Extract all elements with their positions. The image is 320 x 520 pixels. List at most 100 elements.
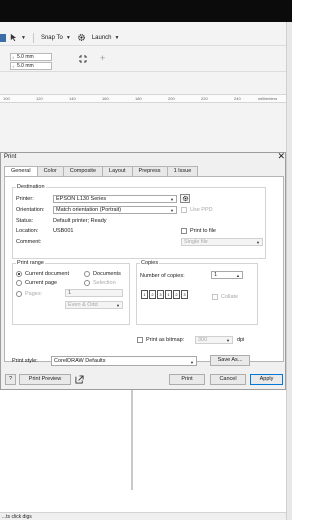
gear-icon	[182, 195, 189, 202]
page-icon: 2	[149, 290, 156, 299]
orientation-label: Orientation:	[16, 207, 45, 213]
nudge-width-field[interactable]: ↕ 5.0 mm	[10, 53, 52, 61]
snap-to-button[interactable]: Snap To ▼	[38, 32, 74, 44]
docker-edge	[286, 22, 292, 520]
expand-preview-icon[interactable]	[75, 375, 84, 384]
page-icon: 1	[141, 290, 148, 299]
dpi-label: dpi	[237, 337, 245, 343]
current-document-radio[interactable]	[16, 271, 22, 277]
gear-icon	[77, 34, 85, 41]
chevron-down-icon: ▼	[170, 197, 174, 202]
pointer-icon	[10, 33, 17, 42]
destination-group-title: Destination	[16, 184, 46, 190]
use-ppd-checkbox[interactable]	[181, 207, 187, 213]
print-to-file-label: Print to file	[190, 228, 216, 234]
printer-value: EPSON L130 Series	[56, 196, 107, 202]
close-icon[interactable]: ✕	[277, 152, 285, 161]
file-mode-value: Single file	[184, 239, 208, 245]
collate-checkbox[interactable]	[212, 294, 218, 300]
tab-issues[interactable]: 1 Issue	[166, 166, 199, 176]
tab-prepress[interactable]: Prepress	[131, 166, 168, 176]
apply-button[interactable]: Apply	[250, 374, 283, 385]
pages-value: 1	[68, 290, 72, 296]
collate-preview: 1 2 3 1 2 3	[141, 290, 189, 299]
spin-arrows-icon: ↕	[12, 55, 14, 60]
ruler-units-label: millimeters	[258, 96, 278, 101]
location-label: Location:	[16, 228, 39, 234]
selection-radio[interactable]	[84, 280, 90, 286]
page-icon: 2	[173, 290, 180, 299]
orientation-value: Match orientation (Portrait)	[56, 207, 122, 213]
copies-group: Copies Number of copies: 1 ▲ 1 2 3 1 2 3…	[136, 260, 258, 325]
crop-marks-icon[interactable]	[78, 54, 88, 64]
print-to-file-checkbox[interactable]	[181, 228, 187, 234]
selection-label: Selection	[93, 280, 116, 286]
spin-arrows-icon: ▲	[236, 273, 240, 278]
nudge-height-field[interactable]: ↕ 5.0 mm	[10, 62, 52, 70]
page-icon: 1	[165, 290, 172, 299]
file-mode-select[interactable]: Single file ▼	[181, 238, 263, 246]
dialog-title: Print	[4, 154, 17, 160]
horizontal-ruler: 100 120 140 160 180 200 220 240 millimet…	[0, 94, 286, 103]
launch-button[interactable]: Launch ▼	[89, 32, 123, 44]
help-button[interactable]: ?	[5, 374, 16, 385]
general-tab-panel: Destination Printer: EPSON L130 Series ▼…	[4, 176, 284, 366]
print-dialog: Print ✕ General Color Composite Layout P…	[0, 152, 286, 390]
number-of-copies-input[interactable]: 1 ▲	[211, 271, 243, 279]
printer-label: Printer:	[16, 196, 34, 202]
status-value: Default printer; Ready	[53, 218, 107, 224]
ruler-tick-label: 140	[69, 96, 76, 101]
options-button[interactable]	[74, 32, 89, 44]
orientation-select[interactable]: Match orientation (Portrait) ▼	[53, 206, 177, 214]
pages-input[interactable]: 1	[65, 289, 123, 297]
tab-strip: General Color Composite Layout Prepress …	[4, 166, 199, 177]
documents-label: Documents	[93, 271, 121, 277]
pages-radio[interactable]	[16, 291, 22, 297]
printer-properties-button[interactable]	[180, 194, 190, 203]
ruler-tick-label: 100	[3, 96, 10, 101]
chevron-down-icon: ▼	[116, 303, 120, 308]
print-as-bitmap-label: Print as bitmap:	[146, 337, 185, 343]
even-odd-value: Even & Odd	[68, 302, 98, 308]
chevron-down-icon: ▼	[190, 360, 194, 365]
bitmap-dpi-input[interactable]: 300 ▼	[195, 336, 233, 344]
print-style-value: CorelDRAW Defaults	[54, 358, 106, 364]
chevron-down-icon: ▼	[114, 34, 120, 41]
current-document-label: Current document	[25, 271, 70, 277]
print-as-bitmap-checkbox[interactable]	[137, 337, 143, 343]
tab-composite[interactable]: Composite	[62, 166, 104, 176]
pages-label: Pages:	[25, 291, 43, 297]
cancel-button[interactable]: Cancel	[210, 374, 246, 385]
toolbar-pointer-button[interactable]: ▼	[6, 32, 29, 44]
ruler-tick-label: 160	[102, 96, 109, 101]
print-preview-button[interactable]: Print Preview	[19, 374, 71, 385]
ruler-tick-label: 240	[234, 96, 241, 101]
tab-layout[interactable]: Layout	[102, 166, 133, 176]
ruler-tick-label: 180	[135, 96, 142, 101]
collate-label: Collate	[221, 294, 239, 300]
tab-color[interactable]: Color	[36, 166, 64, 176]
documents-radio[interactable]	[84, 271, 90, 277]
save-as-button[interactable]: Save As...	[210, 355, 250, 366]
current-page-label: Current page	[25, 280, 58, 286]
destination-group: Destination Printer: EPSON L130 Series ▼…	[12, 184, 266, 259]
ruler-tick-label: 200	[168, 96, 175, 101]
add-icon[interactable]: +	[100, 53, 105, 63]
chevron-down-icon: ▼	[65, 34, 71, 41]
chevron-down-icon: ▼	[256, 240, 260, 245]
copies-group-title: Copies	[140, 260, 160, 266]
status-bar: ...ts click digs	[0, 512, 286, 520]
chevron-down-icon: ▼	[170, 208, 174, 213]
bitmap-dpi-value: 300	[198, 337, 208, 343]
printer-select[interactable]: EPSON L130 Series ▼	[53, 195, 177, 203]
print-button[interactable]: Print	[169, 374, 205, 385]
print-range-group: Print range Current document Documents C…	[12, 260, 130, 325]
chevron-down-icon: ▼	[226, 338, 230, 343]
current-page-radio[interactable]	[16, 280, 22, 286]
drawing-canvas: ...ts click digs	[0, 390, 286, 520]
even-odd-select[interactable]: Even & Odd ▼	[65, 301, 123, 309]
toolbar-separator	[32, 32, 34, 43]
launch-label: Launch	[91, 34, 112, 41]
print-style-select[interactable]: CorelDRAW Defaults ▼	[51, 356, 197, 366]
spin-arrows-icon: ↕	[12, 64, 14, 69]
